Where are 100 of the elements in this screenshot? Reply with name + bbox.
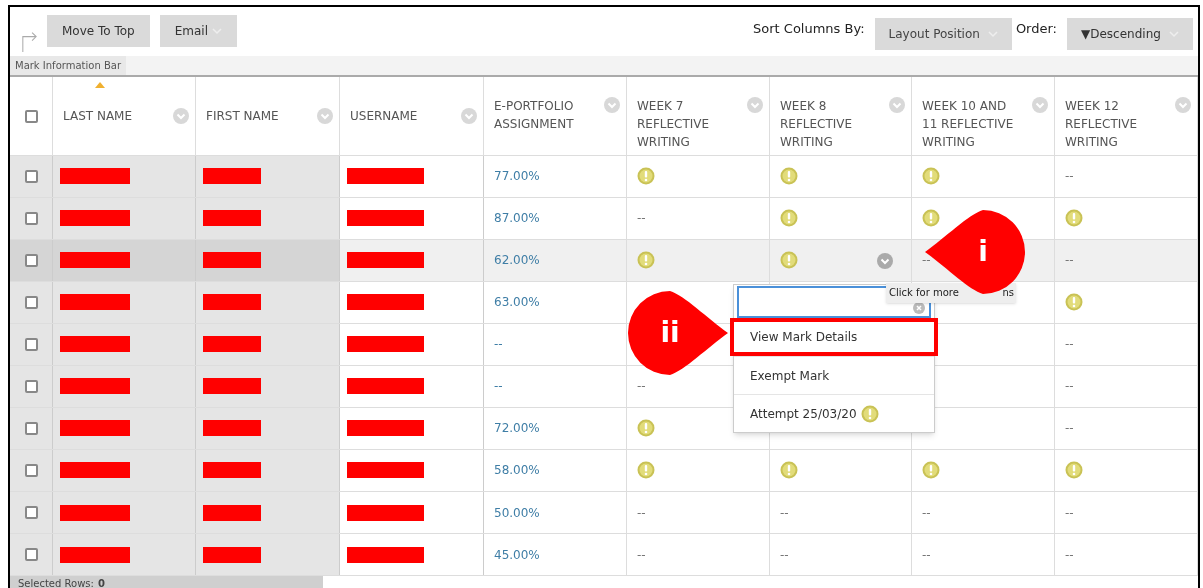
redaction-bar (203, 294, 261, 311)
redaction-bar (60, 168, 130, 185)
needs-grading-icon (922, 461, 940, 480)
grade-link[interactable]: 62.00% (494, 251, 540, 270)
grade-text: -- (780, 546, 789, 564)
column-header[interactable]: WEEK 12 REFLECTIVE WRITING (1055, 77, 1198, 155)
grade-text: -- (922, 546, 931, 564)
grade-text: -- (1065, 336, 1074, 354)
info-bar-tab[interactable]: Mark Information Bar (10, 56, 126, 76)
status-label: Selected Rows: (18, 577, 94, 588)
redaction-bar (203, 504, 261, 521)
redaction-bar (203, 168, 261, 185)
column-header[interactable]: FIRST NAME (196, 77, 340, 155)
row-checkbox[interactable] (24, 506, 38, 519)
tooltip-text: Click for more (889, 286, 959, 300)
redaction-bar (203, 252, 261, 269)
column-title: WEEK 7 REFLECTIVE WRITING (637, 98, 711, 152)
elbow-arrow-icon (22, 32, 37, 53)
needs-grading-icon (637, 167, 655, 186)
grade-text: -- (780, 504, 789, 522)
grade-text: -- (922, 252, 931, 270)
row-checkbox[interactable] (24, 295, 38, 309)
redaction-bar (60, 252, 130, 269)
toolbar-button[interactable]: Email (159, 14, 237, 47)
column-header[interactable]: WEEK 7 REFLECTIVE WRITING (627, 77, 770, 155)
menu-item[interactable]: View Mark Details (730, 318, 938, 356)
column-header[interactable]: USERNAME (340, 77, 484, 155)
redaction-bar (60, 336, 130, 353)
redaction-bar (60, 210, 130, 227)
redaction-bar (203, 420, 261, 437)
tooltip-text: ns (1002, 286, 1015, 300)
selected-count: 0 (97, 577, 105, 588)
menu-item-label: Exempt Mark (750, 367, 830, 385)
menu-item-label: View Mark Details (750, 329, 858, 346)
grade-text: -- (637, 210, 646, 228)
redaction-bar (60, 546, 130, 563)
grade-text: -- (637, 504, 646, 522)
needs-grading-icon (1065, 461, 1083, 480)
redaction-bar (203, 546, 261, 563)
grade-text: -- (637, 546, 646, 564)
needs-grading-icon (860, 404, 879, 423)
needs-grading-icon (637, 419, 655, 438)
menu-item[interactable]: Attempt 25/03/20 (734, 394, 934, 432)
needs-grading-icon (922, 209, 940, 228)
grade-link[interactable]: -- (494, 335, 503, 354)
grade-text: -- (1065, 252, 1074, 270)
column-header[interactable]: LAST NAME (53, 77, 196, 155)
clear-icon[interactable] (913, 302, 925, 314)
row-checkbox[interactable] (24, 421, 38, 435)
toolbar-button[interactable]: Move To Top (47, 14, 150, 47)
grade-link[interactable]: 77.00% (494, 167, 540, 186)
callout-label: i (977, 235, 989, 269)
needs-grading-icon (780, 209, 798, 228)
sort-dropdown[interactable]: Layout Position (874, 17, 1012, 50)
needs-grading-icon (780, 167, 798, 186)
row-checkbox[interactable] (24, 337, 38, 351)
redaction-bar (203, 462, 261, 479)
callout-label: ii (659, 316, 681, 350)
column-header[interactable]: WEEK 8 REFLECTIVE WRITING (770, 77, 912, 155)
column-header[interactable]: E-PORTFOLIO ASSIGNMENT (484, 77, 627, 155)
grade-text: -- (637, 378, 646, 396)
row-checkbox[interactable] (24, 253, 38, 267)
column-title: E-PORTFOLIO ASSIGNMENT (494, 98, 575, 134)
grade-text: -- (1065, 378, 1074, 396)
column-header[interactable]: WEEK 10 AND 11 REFLECTIVE WRITING (912, 77, 1055, 155)
redaction-bar (203, 210, 261, 227)
select-all-checkbox[interactable] (24, 109, 38, 123)
redaction-bar (60, 378, 130, 395)
row-checkbox[interactable] (24, 379, 38, 393)
grade-text: -- (922, 504, 931, 522)
sort-label: Sort Columns By: (753, 20, 865, 38)
grade-link[interactable]: 87.00% (494, 209, 540, 228)
needs-grading-icon (922, 167, 940, 186)
needs-grading-icon (780, 251, 798, 270)
grade-link[interactable]: 50.00% (494, 503, 540, 522)
row-checkbox[interactable] (24, 463, 38, 477)
redaction-bar (203, 378, 261, 395)
column-title: USERNAME (350, 108, 418, 126)
grade-link[interactable]: 58.00% (494, 461, 540, 480)
grade-link[interactable]: 45.00% (494, 545, 540, 564)
row-checkbox[interactable] (24, 169, 38, 183)
column-title: WEEK 10 AND 11 REFLECTIVE WRITING (922, 98, 1015, 152)
needs-grading-icon (637, 251, 655, 270)
row-checkbox[interactable] (24, 211, 38, 225)
column-title: FIRST NAME (206, 108, 279, 126)
redaction-bar (203, 336, 261, 353)
grade-link[interactable]: 63.00% (494, 293, 540, 312)
needs-grading-icon (1065, 209, 1083, 228)
menu-item[interactable]: Exempt Mark (734, 356, 934, 394)
sort-ascending-icon (95, 82, 105, 89)
redaction-bar (60, 462, 130, 479)
order-dropdown[interactable]: ▼Descending (1067, 17, 1193, 50)
grade-text: -- (1065, 546, 1074, 564)
order-label: Order: (1015, 20, 1057, 38)
grade-link[interactable]: 72.00% (494, 419, 540, 438)
grade-text: -- (1065, 504, 1074, 522)
needs-grading-icon (780, 461, 798, 480)
row-checkbox[interactable] (24, 548, 38, 562)
grade-link[interactable]: -- (494, 377, 503, 396)
cell-menu-icon[interactable] (877, 252, 893, 269)
